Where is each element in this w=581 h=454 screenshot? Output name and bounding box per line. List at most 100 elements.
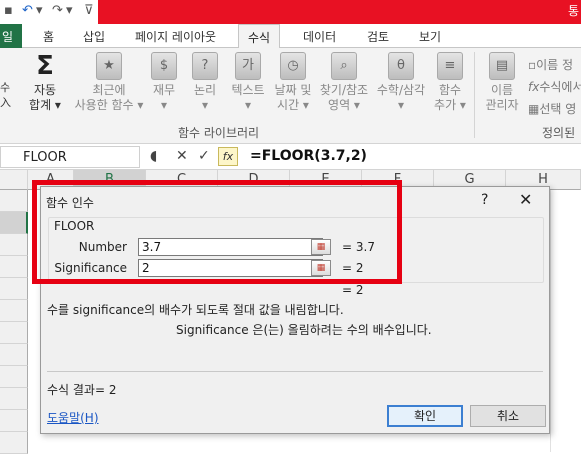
math-label-1: 수학/삼각 [376, 83, 426, 97]
text-label-1: 텍스트 [231, 83, 265, 97]
name-box[interactable]: FLOOR [0, 146, 140, 168]
row-header-selected[interactable] [0, 212, 28, 234]
name-manager-label-1: 이름 [490, 83, 514, 97]
title-bar: ▪ ↶ ▾ ↷ ▾ ⊽ 통 [0, 0, 581, 24]
math-trig-button[interactable]: θ 수학/삼각 ▾ [372, 52, 430, 113]
more-functions-button[interactable]: ≡ 함수 추가 ▾ [430, 52, 470, 113]
name-manager-button[interactable]: ▤ 이름 관리자 [480, 52, 524, 113]
row-header[interactable] [0, 366, 28, 388]
datetime-button[interactable]: ◷ 날짜 및 시간 ▾ [270, 52, 316, 113]
lookup-reference-button[interactable]: ⌕ 찾기/참조 영역 ▾ [316, 52, 372, 113]
math-label-2: ▾ [397, 98, 405, 112]
group-label-defined-names: 정의된 [542, 126, 576, 140]
logical-label-2: ▾ [201, 98, 209, 112]
tab-data[interactable]: 데이터 [303, 28, 336, 45]
tab-file[interactable]: 일 [0, 24, 22, 48]
tab-review[interactable]: 검토 [367, 28, 389, 45]
financial-button[interactable]: $ 재무 ▾ [148, 52, 180, 113]
ribbon-tabs: 일 홈 삽입 페이지 레이아웃 수식 데이터 검토 보기 [0, 24, 581, 49]
select-all-corner[interactable] [0, 170, 28, 190]
save-icon[interactable]: ▪ [4, 3, 13, 18]
undo-icon[interactable]: ↶ [22, 3, 33, 18]
insert-function-partial[interactable]: 수入 [0, 52, 11, 110]
highlight-annotation [32, 180, 402, 284]
autosum-label-2: 합계 ▾ [29, 98, 61, 112]
redo-dropdown-icon[interactable]: ▾ [66, 3, 73, 18]
use-in-formula-label: 수식에서 [539, 80, 581, 94]
tab-formulas[interactable]: 수식 [238, 24, 281, 49]
row-header[interactable] [0, 344, 28, 366]
help-link[interactable]: 도움말(H) [47, 409, 99, 426]
more-label-2: 추가 ▾ [434, 98, 466, 112]
title-bar-accent [98, 0, 581, 24]
row-header[interactable] [0, 432, 28, 454]
financial-book-icon: $ [151, 52, 177, 80]
financial-label-2: ▾ [160, 98, 168, 112]
clock-book-icon: ◷ [280, 52, 306, 80]
tab-page-layout[interactable]: 페이지 레이아웃 [135, 28, 216, 45]
magnifier-book-icon: ⌕ [331, 52, 357, 80]
row-header[interactable] [0, 388, 28, 410]
function-description: 수를 significance의 배수가 되도록 절대 값을 내림합니다. [47, 303, 344, 317]
name-box-dropdown-icon[interactable]: ◖ [150, 148, 157, 164]
text-book-icon: 가 [235, 52, 261, 80]
datetime-label-2: 시간 ▾ [277, 98, 309, 112]
enter-check-icon[interactable]: ✓ [198, 148, 210, 164]
cancel-button[interactable]: 취소 [470, 405, 546, 427]
help-icon[interactable]: ? [481, 192, 488, 208]
recent-label-1: 최근에 [92, 83, 126, 97]
financial-label-1: 재무 [152, 83, 176, 97]
autosum-button[interactable]: Σ 자동 합계 ▾ [22, 52, 68, 113]
ok-button[interactable]: 확인 [387, 405, 463, 427]
undo-dropdown-icon[interactable]: ▾ [36, 3, 43, 18]
customize-quick-access-icon[interactable]: ⊽ [84, 3, 94, 18]
logical-button[interactable]: ? 논리 ▾ [188, 52, 222, 113]
datetime-label-1: 날짜 및 [274, 83, 312, 97]
text-functions-button[interactable]: 가 텍스트 ▾ [228, 52, 268, 113]
use-in-formula-button[interactable]: fx수식에서 [528, 78, 581, 95]
more-label-1: 함수 [438, 83, 462, 97]
recent-label-2: 사용한 함수 ▾ [74, 98, 144, 112]
theta-book-icon: θ [388, 52, 414, 80]
lookup-label-2: 영역 ▾ [328, 98, 360, 112]
row-header[interactable] [0, 256, 28, 278]
tab-insert[interactable]: 삽입 [83, 28, 105, 45]
gridline [550, 190, 551, 452]
star-book-icon: ★ [96, 52, 122, 80]
text-label-2: ▾ [244, 98, 252, 112]
close-icon[interactable]: ✕ [519, 190, 532, 209]
row-header[interactable] [0, 300, 28, 322]
divider [47, 371, 543, 372]
tab-home[interactable]: 홈 [43, 28, 54, 45]
formula-bar: FLOOR ◖ ✕ ✓ fx =FLOOR(3.7,2) [0, 144, 581, 170]
argument-description: Significance 은(는) 올림하려는 수의 배수입니다. [176, 323, 432, 337]
autosum-label-1: 자동 [33, 83, 57, 97]
ribbon: 수入 Σ 자동 합계 ▾ ★ 최근에 사용한 함수 ▾ $ 재무 ▾ ? 논리 … [0, 48, 581, 144]
recently-used-button[interactable]: ★ 최근에 사용한 함수 ▾ [68, 52, 150, 113]
insert-function-button[interactable]: fx [218, 147, 238, 166]
create-from-selection-button[interactable]: ▦선택 영 [528, 100, 576, 117]
row-header[interactable] [0, 190, 28, 212]
formula-input[interactable]: =FLOOR(3.7,2) [250, 148, 367, 164]
name-manager-label-2: 관리자 [485, 98, 519, 112]
cancel-icon[interactable]: ✕ [176, 148, 188, 164]
grid-small-icon: ▦ [528, 102, 540, 116]
tag-icon: ▫ [528, 58, 537, 72]
row-header[interactable] [0, 410, 28, 432]
row-header[interactable] [0, 322, 28, 344]
define-name-label: 이름 정 [536, 58, 574, 72]
tab-view[interactable]: 보기 [419, 28, 441, 45]
title-text: 통 [567, 4, 579, 18]
create-from-selection-label: 선택 영 [539, 102, 577, 116]
name-tag-icon: ▤ [489, 52, 515, 80]
lookup-label-1: 찾기/참조 [319, 83, 369, 97]
row-header[interactable] [0, 234, 28, 256]
formula-result: 수식 결과= 2 [47, 383, 117, 397]
group-label-function-library: 함수 라이브러리 [178, 126, 260, 140]
fx-small-icon: fx [528, 80, 540, 94]
row-header[interactable] [0, 278, 28, 300]
redo-icon[interactable]: ↷ [52, 3, 63, 18]
define-name-button[interactable]: ▫이름 정 [528, 56, 573, 73]
logical-book-icon: ? [192, 52, 218, 80]
ribbon-separator [474, 52, 475, 138]
